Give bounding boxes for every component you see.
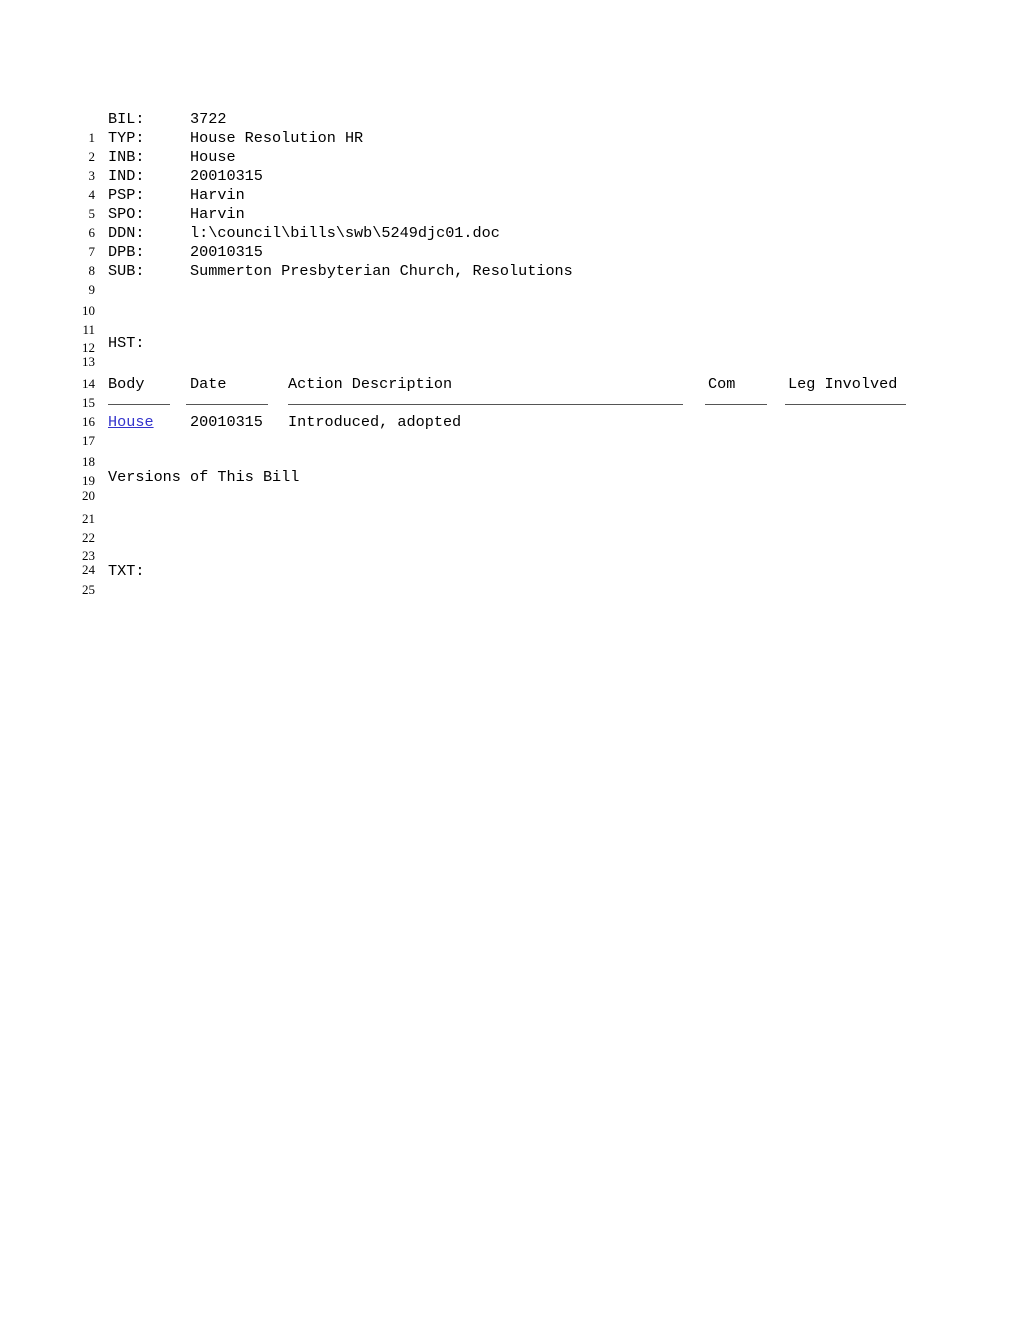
column-header-action-description: Action Description bbox=[288, 375, 453, 393]
document-line: 4 IND: 20010315 bbox=[0, 167, 1020, 202]
document-line: 5 PSP: Harvin bbox=[0, 186, 1020, 221]
column-header-com: Com bbox=[708, 375, 736, 393]
field-bil: BIL: 3722 bbox=[108, 110, 226, 129]
history-table-header: 15 Body Date Action Description Com Leg Invo… bbox=[0, 375, 1020, 410]
body-chamber-link[interactable]: House bbox=[108, 413, 154, 431]
column-header-leg-involved: Leg Involved bbox=[788, 375, 898, 393]
field-typ-value: House Resolution HR bbox=[190, 129, 364, 147]
table-row: 17 House 20010315 Introduced, adopted bbox=[0, 413, 1020, 448]
field-sub-label: SUB: bbox=[108, 262, 145, 280]
field-inb-value: House bbox=[190, 148, 236, 166]
field-psp-value: Harvin bbox=[190, 186, 245, 204]
document-line: 6 SPO: Harvin bbox=[0, 205, 1020, 240]
field-sub: SUB: Summerton Presbyterian Church, Resol… bbox=[108, 262, 573, 281]
section-label-txt: TXT: bbox=[108, 562, 145, 580]
column-rules bbox=[108, 394, 906, 413]
document-line: 11 bbox=[0, 302, 1020, 337]
field-bil-value: 3722 bbox=[190, 110, 227, 128]
document-line: 14 bbox=[0, 356, 1020, 391]
cell-action-description: Introduced, adopted bbox=[288, 413, 462, 431]
field-inb: INB: House bbox=[108, 148, 236, 167]
field-ddn: DDN: l:\council\bills\swb\5249djc01.doc bbox=[108, 224, 500, 243]
field-dpb-value: 20010315 bbox=[190, 243, 263, 261]
field-bil-label: BIL: bbox=[108, 110, 145, 128]
document-line: 13 HST: bbox=[0, 334, 1020, 369]
document-line: 2 TYP: House Resolution HR bbox=[0, 129, 1020, 164]
history-table-header-cells: Body Date Action Description Com Leg Involve… bbox=[108, 375, 918, 394]
field-psp-label: PSP: bbox=[108, 186, 145, 204]
field-inb-label: INB: bbox=[108, 148, 145, 166]
field-typ: TYP: House Resolution HR bbox=[108, 129, 363, 148]
field-ind: IND: 20010315 bbox=[108, 167, 263, 186]
section-label-versions: Versions of This Bill bbox=[108, 468, 300, 486]
history-table-rule-row: 16 bbox=[0, 394, 1020, 429]
field-spo-label: SPO: bbox=[108, 205, 145, 223]
document-line: 18 bbox=[0, 434, 1020, 469]
document-line: 25 TXT: bbox=[0, 562, 1020, 597]
cell-date: 20010315 bbox=[190, 413, 263, 431]
column-rule-com bbox=[705, 404, 767, 405]
column-rule-date bbox=[186, 404, 268, 405]
document-line: 21 bbox=[0, 491, 1020, 526]
field-spo-value: Harvin bbox=[190, 205, 245, 223]
document-page: 1 BIL: 3722 2 TYP: House Resolution HR 3 I… bbox=[0, 0, 1020, 1320]
field-ddn-value: l:\council\bills\swb\5249djc01.doc bbox=[190, 224, 500, 242]
document-line: 1 BIL: 3722 bbox=[0, 110, 1020, 145]
column-rule-leg bbox=[785, 404, 906, 405]
field-sub-value: Summerton Presbyterian Church, Resolutio… bbox=[190, 262, 573, 280]
field-dpb: DPB: 20010315 bbox=[108, 243, 263, 262]
field-dpb-label: DPB: bbox=[108, 243, 145, 261]
field-typ-label: TYP: bbox=[108, 129, 145, 147]
field-ind-label: IND: bbox=[108, 167, 145, 185]
field-spo: SPO: Harvin bbox=[108, 205, 245, 224]
document-line: 9 SUB: Summerton Presbyterian Church, Res… bbox=[0, 262, 1020, 297]
document-line: 8 DPB: 20010315 bbox=[0, 243, 1020, 278]
column-header-body: Body bbox=[108, 375, 145, 393]
field-ddn-label: DDN: bbox=[108, 224, 145, 242]
column-rule-body bbox=[108, 404, 170, 405]
cell-body: House bbox=[108, 413, 190, 432]
field-ind-value: 20010315 bbox=[190, 167, 263, 185]
column-header-date: Date bbox=[190, 375, 227, 393]
field-psp: PSP: Harvin bbox=[108, 186, 245, 205]
document-line: 3 INB: House bbox=[0, 148, 1020, 183]
history-row-cells: House 20010315 Introduced, adopted bbox=[108, 413, 918, 432]
document-line: 22 bbox=[0, 510, 1020, 545]
document-line: 20 Versions of This Bill bbox=[0, 468, 1020, 503]
document-line: 7 DDN: l:\council\bills\swb\5249djc01.doc bbox=[0, 224, 1020, 259]
document-line: 10 bbox=[0, 283, 1020, 318]
line-number: 25 bbox=[82, 582, 95, 597]
document-line: 24 bbox=[0, 542, 1020, 577]
section-label-hst: HST: bbox=[108, 334, 145, 352]
column-rule-action bbox=[288, 404, 683, 405]
